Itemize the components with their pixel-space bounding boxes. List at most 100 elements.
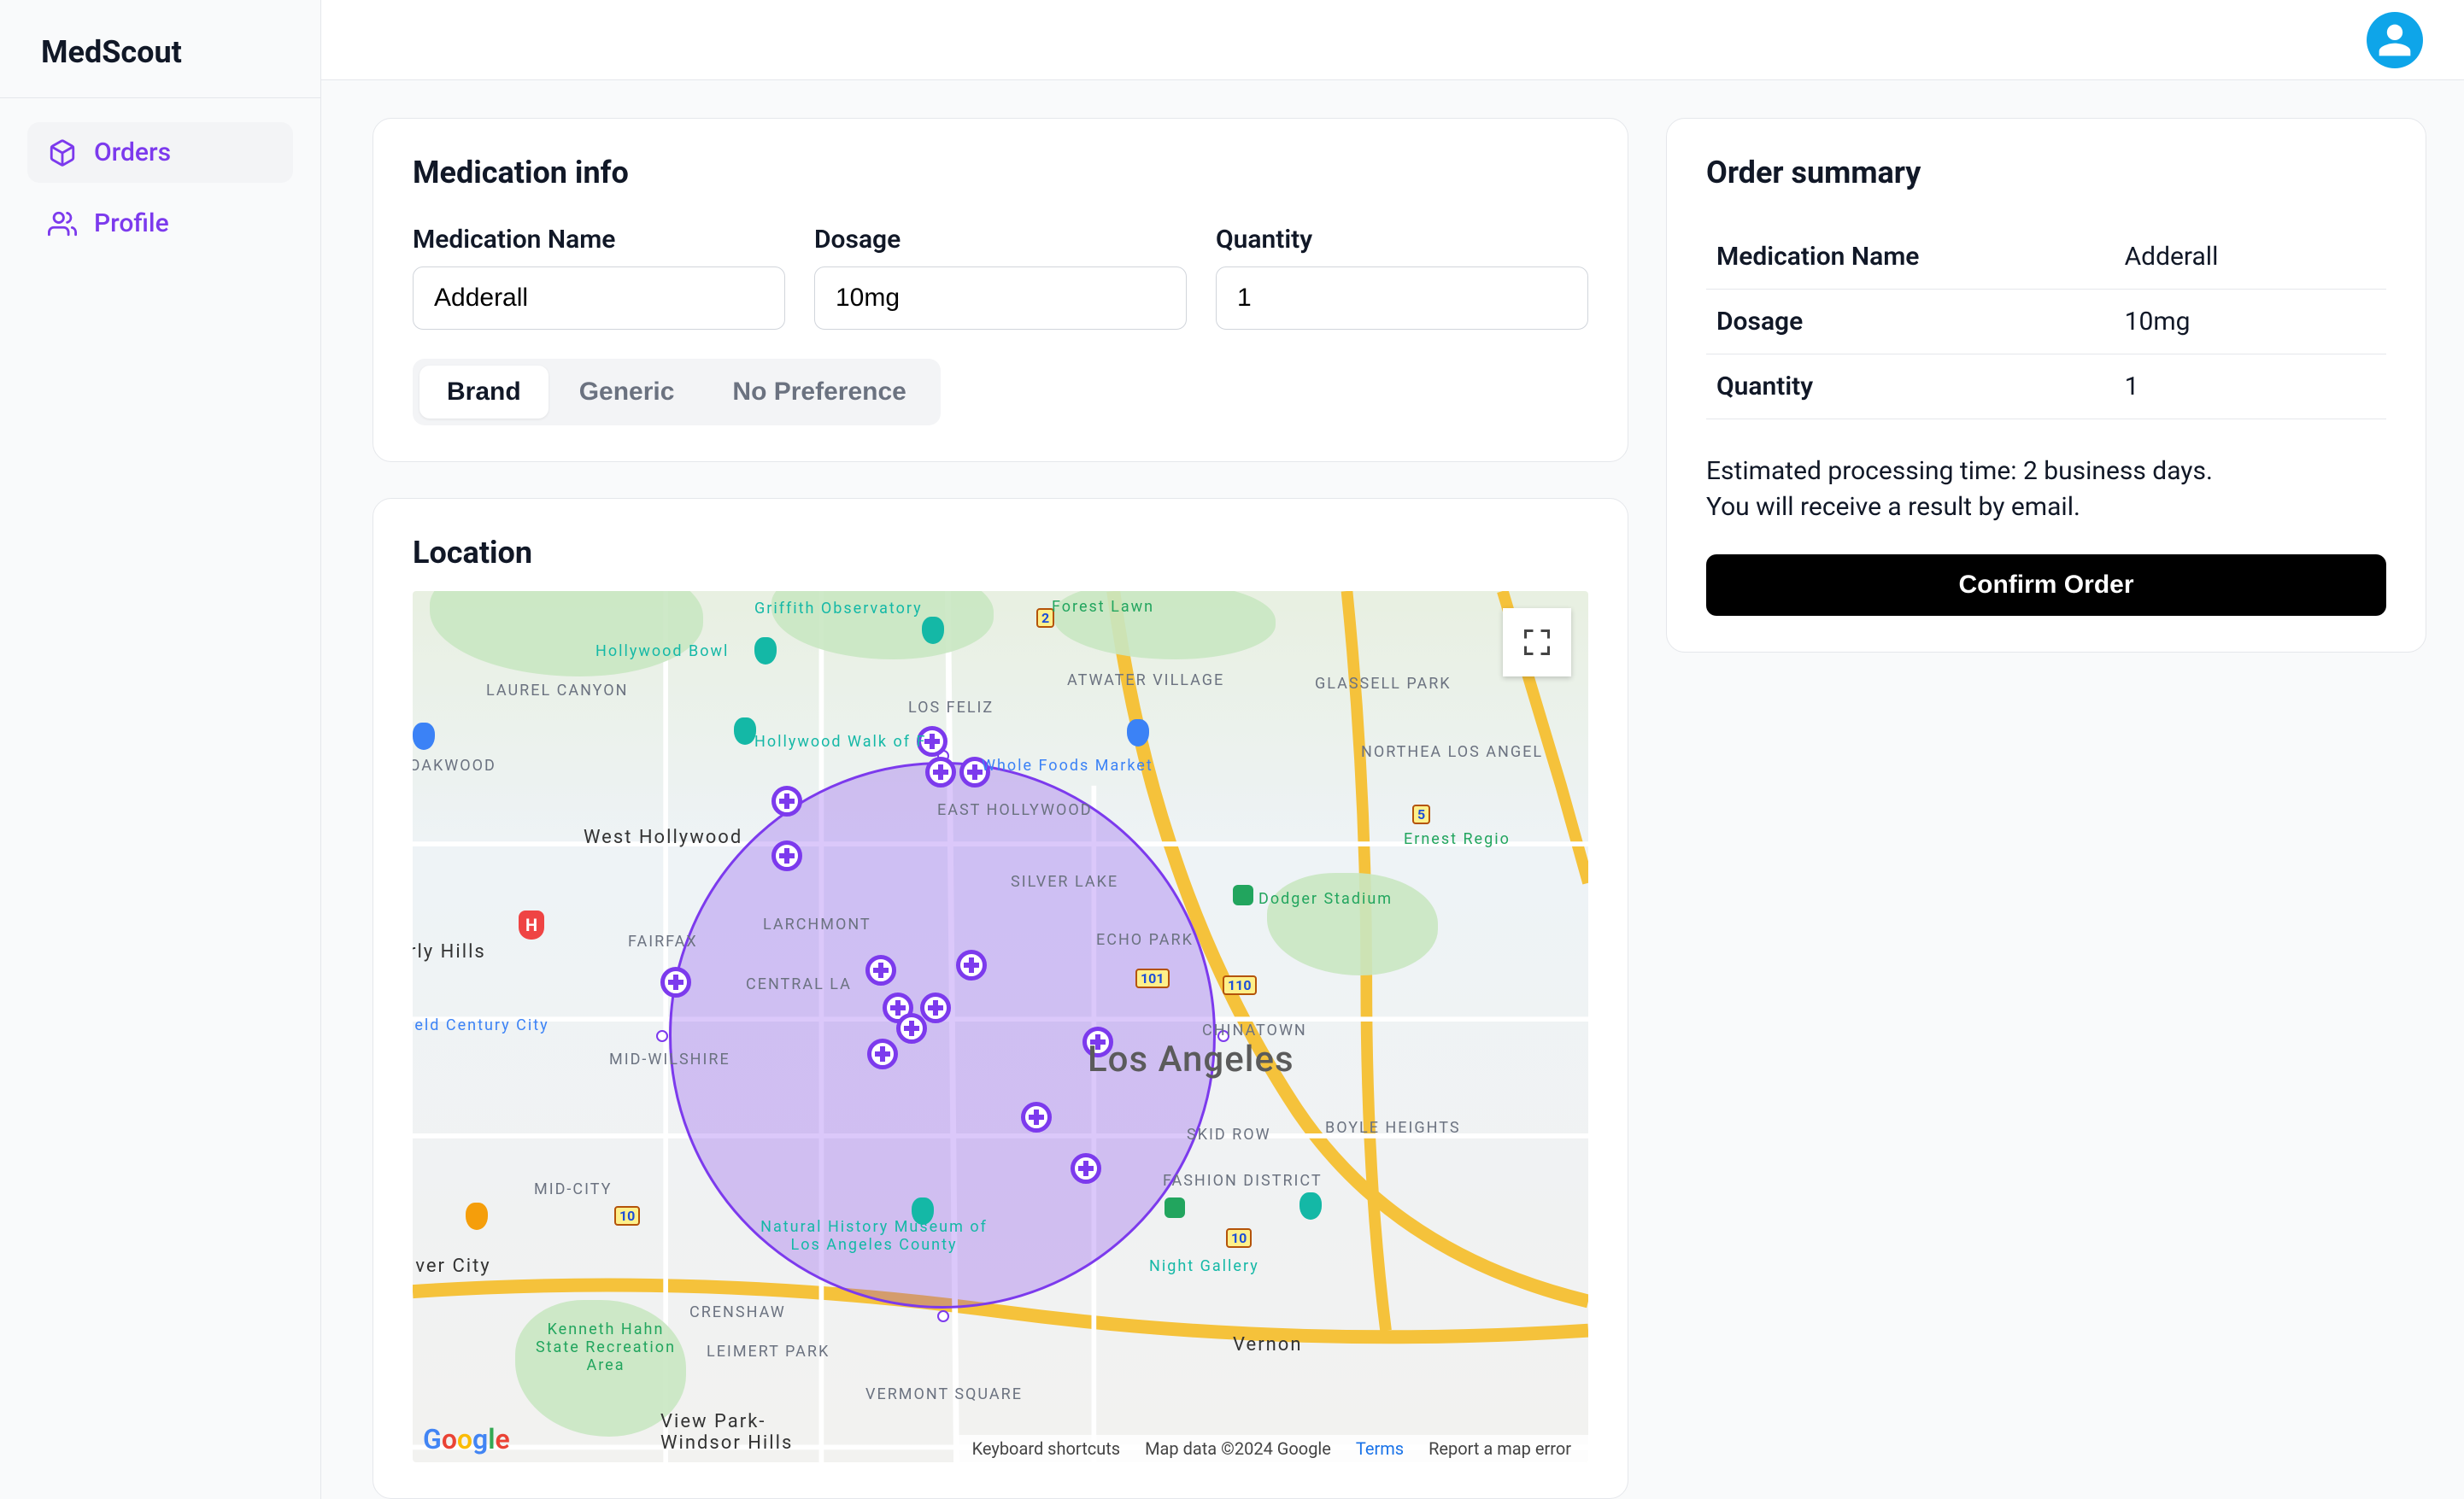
summary-label: Medication Name bbox=[1706, 225, 2115, 290]
map-label: GLASSELL PARK bbox=[1315, 675, 1452, 693]
pharmacy-marker[interactable] bbox=[865, 955, 896, 986]
pharmacy-marker[interactable] bbox=[920, 993, 951, 1023]
poi-marker[interactable] bbox=[1127, 719, 1149, 747]
poi-marker[interactable] bbox=[754, 637, 777, 665]
pharmacy-marker[interactable] bbox=[956, 950, 987, 981]
highway-shield: 5 bbox=[1412, 805, 1430, 824]
map-label: LAUREL CANYON bbox=[486, 682, 628, 700]
map-attribution: Keyboard shortcuts Map data ©2024 Google… bbox=[955, 1435, 1588, 1462]
order-summary-title: Order summary bbox=[1706, 155, 2386, 190]
order-summary-card: Order summary Medication Name Adderall D… bbox=[1666, 118, 2426, 653]
map-label: VERMONT SQUARE bbox=[865, 1385, 1023, 1403]
highway-shield: 110 bbox=[1223, 975, 1257, 995]
summary-table: Medication Name Adderall Dosage 10mg Qua… bbox=[1706, 225, 2386, 419]
pharmacy-marker[interactable] bbox=[771, 840, 802, 871]
pref-no-preference-button[interactable]: No Preference bbox=[705, 366, 933, 419]
summary-row: Dosage 10mg bbox=[1706, 290, 2386, 354]
poi-marker[interactable] bbox=[734, 717, 756, 745]
map-label: ATWATER VILLAGE bbox=[1067, 671, 1224, 689]
hospital-marker[interactable]: H bbox=[519, 911, 544, 940]
sidebar-item-label: Orders bbox=[94, 138, 171, 167]
location-title: Location bbox=[413, 535, 1588, 571]
input-medication-name[interactable] bbox=[413, 266, 785, 330]
pref-generic-button[interactable]: Generic bbox=[552, 366, 702, 419]
poi-marker[interactable] bbox=[1233, 885, 1253, 905]
map-label: Griffith Observatory bbox=[754, 600, 923, 618]
map-data-text: Map data ©2024 Google bbox=[1145, 1438, 1331, 1459]
poi-marker[interactable] bbox=[413, 723, 435, 750]
preference-segmented-control: Brand Generic No Preference bbox=[413, 359, 941, 425]
input-dosage[interactable] bbox=[814, 266, 1187, 330]
package-icon bbox=[48, 138, 77, 167]
map-label: Kenneth Hahn State Recreation Area bbox=[529, 1320, 683, 1374]
map-label: rly Hills bbox=[413, 941, 486, 963]
summary-label: Dosage bbox=[1706, 290, 2115, 354]
map-label: Hollywood Bowl bbox=[595, 642, 729, 660]
map-label: LEIMERT PARK bbox=[707, 1343, 830, 1361]
sidebar-item-label: Profile bbox=[94, 208, 169, 238]
summary-row: Medication Name Adderall bbox=[1706, 225, 2386, 290]
map-label: LOS FELIZ bbox=[908, 699, 994, 717]
fullscreen-icon bbox=[1522, 627, 1552, 658]
pharmacy-marker[interactable] bbox=[896, 1013, 927, 1044]
map-label: Vernon bbox=[1233, 1334, 1303, 1356]
pharmacy-marker[interactable] bbox=[1021, 1102, 1052, 1133]
map-label: FAIRFAX bbox=[628, 933, 698, 951]
pharmacy-marker[interactable] bbox=[771, 786, 802, 817]
map-label: SKID ROW bbox=[1187, 1126, 1271, 1144]
map-label: Ernest Regio bbox=[1404, 830, 1511, 848]
medication-info-title: Medication info bbox=[413, 155, 1588, 190]
sidebar: MedScout Orders Profile bbox=[0, 0, 321, 1499]
pref-brand-button[interactable]: Brand bbox=[419, 366, 549, 419]
map-label: EAST HOLLYWOOD bbox=[937, 801, 1093, 819]
summary-label: Quantity bbox=[1706, 354, 2115, 419]
summary-value: 10mg bbox=[2115, 290, 2386, 354]
map[interactable]: H 101 110 bbox=[413, 591, 1588, 1462]
sidebar-item-orders[interactable]: Orders bbox=[27, 122, 293, 183]
keyboard-shortcuts-link[interactable]: Keyboard shortcuts bbox=[972, 1438, 1121, 1459]
label-dosage: Dosage bbox=[814, 225, 1187, 255]
highway-shield: 10 bbox=[1226, 1228, 1252, 1248]
map-label: MID-WILSHIRE bbox=[609, 1051, 730, 1069]
field-quantity: Quantity bbox=[1216, 225, 1588, 330]
user-icon bbox=[2376, 21, 2414, 59]
map-label: Whole Foods Market bbox=[982, 757, 1153, 775]
radius-handle-w[interactable] bbox=[656, 1030, 668, 1042]
map-label: Forest Lawn bbox=[1052, 598, 1154, 616]
poi-marker[interactable] bbox=[1165, 1197, 1185, 1218]
pharmacy-marker[interactable] bbox=[867, 1039, 898, 1069]
terms-link[interactable]: Terms bbox=[1356, 1438, 1404, 1459]
poi-marker[interactable] bbox=[1299, 1192, 1322, 1220]
pharmacy-marker[interactable] bbox=[660, 967, 691, 998]
report-link[interactable]: Report a map error bbox=[1429, 1438, 1571, 1459]
avatar[interactable] bbox=[2367, 12, 2423, 68]
poi-marker[interactable] bbox=[466, 1203, 488, 1230]
confirm-order-button[interactable]: Confirm Order bbox=[1706, 554, 2386, 616]
brand-title: MedScout bbox=[0, 0, 320, 97]
map-label: CENTRAL LA bbox=[746, 975, 852, 993]
topbar bbox=[321, 0, 2464, 80]
main: Medication info Medication Name Dosage Q… bbox=[321, 0, 2464, 1499]
map-label: NORTHEA LOS ANGEL bbox=[1361, 743, 1543, 761]
field-medication-name: Medication Name bbox=[413, 225, 785, 330]
map-label: ield Century City bbox=[413, 1016, 549, 1034]
summary-value: Adderall bbox=[2115, 225, 2386, 290]
fullscreen-button[interactable] bbox=[1503, 608, 1571, 676]
map-label: lver City bbox=[413, 1256, 491, 1277]
map-label: Natural History Museum of Los Angeles Co… bbox=[754, 1218, 994, 1254]
map-label: LARCHMONT bbox=[763, 916, 871, 934]
input-quantity[interactable] bbox=[1216, 266, 1588, 330]
map-label: BOYLE HEIGHTS bbox=[1325, 1119, 1461, 1137]
pharmacy-marker[interactable] bbox=[1071, 1153, 1101, 1184]
sidebar-item-profile[interactable]: Profile bbox=[27, 193, 293, 254]
map-label: West Hollywood bbox=[584, 827, 742, 848]
label-medication-name: Medication Name bbox=[413, 225, 785, 255]
pharmacy-marker[interactable] bbox=[925, 757, 956, 788]
users-icon bbox=[48, 209, 77, 238]
map-label: FASHION DISTRICT bbox=[1163, 1172, 1323, 1190]
map-label: Dodger Stadium bbox=[1258, 890, 1393, 908]
map-label: Hollywood Walk of F bbox=[754, 733, 926, 751]
poi-marker[interactable] bbox=[922, 617, 944, 644]
map-label: SILVER LAKE bbox=[1011, 873, 1118, 891]
radius-handle-s[interactable] bbox=[937, 1310, 949, 1322]
